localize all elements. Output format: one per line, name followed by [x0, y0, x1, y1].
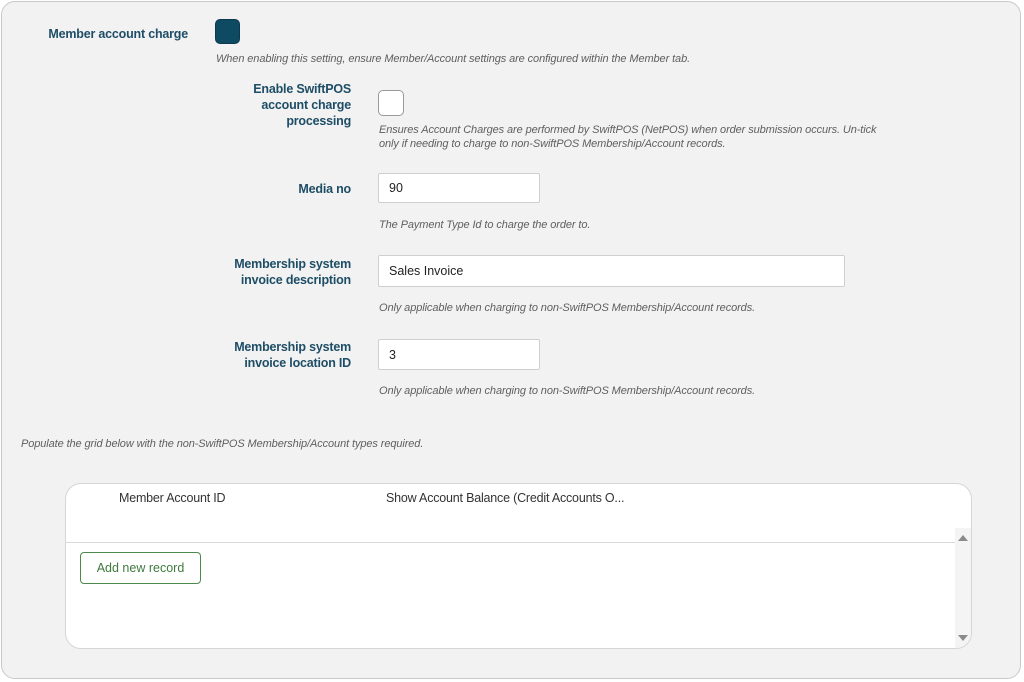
enable-swiftpos-label-line: account charge	[261, 98, 351, 112]
enable-swiftpos-hint: Ensures Account Charges are performed by…	[379, 123, 979, 151]
scroll-down-arrow-icon[interactable]	[958, 635, 968, 641]
invoice-location-label-line: Membership system	[234, 340, 351, 354]
settings-panel: Member account charge When enabling this…	[1, 1, 1021, 679]
invoice-location-label: Membership system invoice location ID	[202, 339, 351, 371]
enable-swiftpos-checkbox[interactable]	[378, 90, 404, 116]
invoice-location-input[interactable]	[378, 339, 540, 370]
grid-scrollbar[interactable]	[955, 528, 971, 648]
enable-swiftpos-hint-line: Ensures Account Charges are performed by…	[379, 124, 877, 136]
scroll-up-arrow-icon[interactable]	[958, 535, 968, 541]
media-no-label: Media no	[298, 182, 351, 196]
enable-swiftpos-label-line: Enable SwiftPOS	[253, 82, 351, 96]
account-types-grid: Member Account ID Show Account Balance (…	[65, 483, 972, 649]
invoice-description-label-line: invoice description	[240, 273, 351, 287]
media-no-input[interactable]	[378, 173, 540, 203]
grid-header-divider	[66, 542, 971, 543]
member-account-charge-checkbox[interactable]	[215, 19, 240, 44]
member-account-charge-label: Member account charge	[48, 27, 188, 41]
invoice-location-hint: Only applicable when charging to non-Swi…	[379, 385, 756, 397]
media-no-hint: The Payment Type Id to charge the order …	[379, 219, 591, 231]
enable-swiftpos-label: Enable SwiftPOS account charge processin…	[202, 81, 351, 129]
invoice-location-label-line: invoice location ID	[244, 356, 351, 370]
grid-intro-text: Populate the grid below with the non-Swi…	[21, 438, 424, 450]
invoice-description-label-line: Membership system	[234, 257, 351, 271]
column-header-show-account-balance[interactable]: Show Account Balance (Credit Accounts O.…	[386, 491, 624, 505]
column-header-member-account-id[interactable]: Member Account ID	[119, 491, 226, 505]
member-account-charge-hint: When enabling this setting, ensure Membe…	[216, 53, 691, 65]
add-new-record-button[interactable]: Add new record	[80, 552, 201, 584]
invoice-description-hint: Only applicable when charging to non-Swi…	[379, 302, 756, 314]
invoice-description-label: Membership system invoice description	[202, 256, 351, 288]
enable-swiftpos-label-line: processing	[286, 114, 351, 128]
enable-swiftpos-hint-line: only if needing to charge to non-SwiftPO…	[379, 138, 726, 150]
invoice-description-input[interactable]	[378, 255, 845, 287]
